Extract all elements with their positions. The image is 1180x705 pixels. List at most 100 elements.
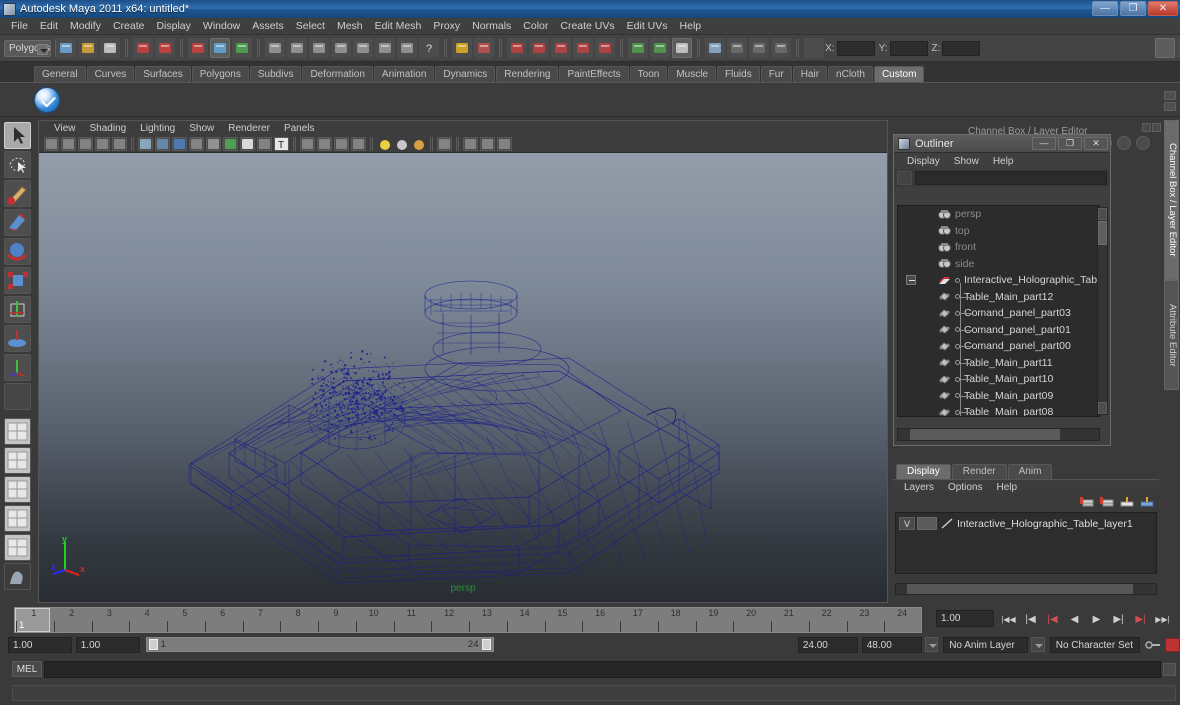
menu-item-select[interactable]: Select	[290, 19, 331, 33]
mel-command-input[interactable]	[44, 661, 1161, 678]
timeline-track[interactable]: 1 1 2 3 4 5 6 7 8 9 10 11 12 13 14 15 16 17 18 19 20 21 22 23 2…	[14, 607, 922, 633]
move-tool[interactable]	[4, 209, 31, 236]
shelf-tab-fur[interactable]: Fur	[761, 66, 792, 82]
viewport-menu-show[interactable]: Show	[182, 123, 221, 134]
outliner-menu-display[interactable]: Display	[900, 156, 947, 167]
menu-item-help[interactable]: Help	[674, 19, 708, 33]
outliner-maximize-button[interactable]: ❐	[1058, 137, 1082, 150]
viewport-menu-panels[interactable]: Panels	[277, 123, 322, 134]
shelf-tab-general[interactable]: General	[34, 66, 86, 82]
menu-item-display[interactable]: Display	[150, 19, 196, 33]
scroll-down-icon[interactable]	[1098, 402, 1107, 414]
scroll-thumb[interactable]	[1098, 221, 1107, 245]
viewport-xray-joints-icon[interactable]	[463, 137, 478, 151]
shelf-tab-dynamics[interactable]: Dynamics	[435, 66, 495, 82]
faces-icon[interactable]	[331, 38, 351, 58]
viewport-light-orange-icon[interactable]	[411, 137, 426, 151]
soft-modification-tool[interactable]	[4, 325, 31, 352]
select-by-hierarchy-icon[interactable]	[188, 38, 208, 58]
menu-item-create[interactable]: Create	[107, 19, 151, 33]
outliner-item[interactable]: Comand_panel_part03	[898, 305, 1099, 322]
viewport-smooth-shade-icon[interactable]	[155, 137, 170, 151]
outliner-menu-help[interactable]: Help	[986, 156, 1021, 167]
selection-mode-dropdown[interactable]: Polygons	[4, 40, 51, 57]
paint-select-tool[interactable]	[4, 180, 31, 207]
shelf-tab-subdivs[interactable]: Subdivs	[250, 66, 302, 82]
shelf-scroll-up-icon[interactable]	[1164, 91, 1176, 100]
shelf-tab-fluids[interactable]: Fluids	[717, 66, 760, 82]
snap-view-icon[interactable]	[573, 38, 593, 58]
coord-y-input[interactable]	[890, 41, 928, 56]
viewport-shadows-icon[interactable]	[223, 137, 238, 151]
render-current-frame-icon[interactable]	[705, 38, 725, 58]
viewport-menu-shading[interactable]: Shading	[83, 123, 134, 134]
show-hide-channel-box-icon[interactable]	[1155, 38, 1175, 58]
outliner-menu-show[interactable]: Show	[947, 156, 986, 167]
shelf-tab-rendering[interactable]: Rendering	[496, 66, 558, 82]
viewport-menu-renderer[interactable]: Renderer	[221, 123, 277, 134]
viewport-sphere-icon[interactable]	[351, 137, 366, 151]
range-start-field[interactable]: 1.00	[8, 637, 72, 653]
expand-collapse-icon[interactable]	[906, 275, 916, 285]
new-scene-icon[interactable]	[56, 38, 76, 58]
playback-go-to-end[interactable]: ▶▶|	[1154, 612, 1171, 627]
viewport-two-d-pan-zoom-icon[interactable]	[95, 137, 110, 151]
coord-x-input[interactable]	[837, 41, 875, 56]
close-button[interactable]: ✕	[1148, 1, 1178, 16]
select-by-component-icon[interactable]	[232, 38, 252, 58]
channel-box-icon-2[interactable]	[1117, 136, 1131, 150]
outliner-item[interactable]: side	[898, 256, 1099, 273]
viewport-cube-icon[interactable]	[334, 137, 349, 151]
persp-graph-layout[interactable]	[4, 534, 31, 561]
viewport-menu-lighting[interactable]: Lighting	[133, 123, 182, 134]
playback-play-forwards[interactable]: ▶	[1088, 612, 1105, 627]
menu-item-normals[interactable]: Normals	[466, 19, 517, 33]
playback-go-to-start[interactable]: |◀◀	[1000, 612, 1017, 627]
layer-playback-toggle[interactable]	[917, 517, 937, 530]
new-layer-selected-icon[interactable]	[1100, 496, 1114, 508]
lines-icon[interactable]	[309, 38, 329, 58]
misc-icon[interactable]	[397, 38, 417, 58]
playback-step-back-key[interactable]: |◀	[1022, 612, 1039, 627]
menu-item-file[interactable]: File	[5, 19, 34, 33]
viewport-mesh-display-icon[interactable]	[300, 137, 315, 151]
viewport-smooth-mesh-icon[interactable]	[317, 137, 332, 151]
input-connections-icon[interactable]	[628, 38, 648, 58]
viewport-camera-attributes-icon[interactable]	[61, 137, 76, 151]
open-scene-icon[interactable]	[78, 38, 98, 58]
blank-slot[interactable]	[4, 383, 31, 410]
layer-tab-render[interactable]: Render	[952, 464, 1007, 479]
check-shelf-button[interactable]	[34, 87, 60, 113]
select-by-object-icon[interactable]	[210, 38, 230, 58]
viewport-light-grey-icon[interactable]	[394, 137, 409, 151]
viewport-xray-active-icon[interactable]	[480, 137, 495, 151]
command-line-grip[interactable]	[0, 658, 12, 680]
ipr-render-icon[interactable]	[727, 38, 747, 58]
viewport-xray-icon[interactable]	[240, 137, 255, 151]
layer-horizontal-scrollbar[interactable]	[895, 583, 1157, 595]
timeline-grip[interactable]	[0, 606, 12, 634]
vertical-tab-channel-box-layer-editor[interactable]: Channel Box / Layer Editor	[1164, 120, 1179, 280]
outliner-item[interactable]: persp	[898, 206, 1099, 223]
construction-history-icon[interactable]	[672, 38, 692, 58]
outliner-persp-layout[interactable]	[4, 476, 31, 503]
shelf-tab-muscle[interactable]: Muscle	[668, 66, 716, 82]
shelf-scroll-controls[interactable]	[1164, 83, 1178, 118]
outliner-vertical-scrollbar[interactable]	[1097, 207, 1108, 415]
shelf-tab-curves[interactable]: Curves	[87, 66, 135, 82]
layer-menu-help[interactable]: Help	[989, 482, 1024, 493]
animation-start-field[interactable]: 1.00	[76, 637, 140, 653]
current-time-field[interactable]: 1.00	[936, 610, 994, 627]
coord-z-input[interactable]	[942, 41, 980, 56]
perspective-viewport[interactable]: y z x persp	[39, 153, 887, 602]
four-view-layout[interactable]	[4, 447, 31, 474]
playback-play-backwards[interactable]: ◀	[1066, 612, 1083, 627]
viewport-shaded-textured-icon[interactable]	[189, 137, 204, 151]
anim-layer-chevron-icon[interactable]	[1031, 637, 1045, 652]
range-handle-right[interactable]	[482, 639, 491, 650]
redo-icon[interactable]	[155, 38, 175, 58]
outliner-item[interactable]: Table_Main_part10	[898, 371, 1099, 388]
outliner-horizontal-scrollbar[interactable]	[897, 428, 1100, 441]
menu-item-assets[interactable]: Assets	[246, 19, 290, 33]
shelf-tab-polygons[interactable]: Polygons	[192, 66, 249, 82]
